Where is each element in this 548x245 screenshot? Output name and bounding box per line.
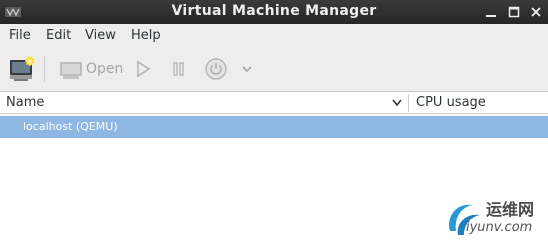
list-item[interactable]: localhost (QEMU)	[0, 116, 548, 138]
watermark-cn: 运维网	[486, 200, 535, 219]
menu-help[interactable]: Help	[131, 28, 161, 43]
pause-icon[interactable]	[170, 54, 188, 84]
column-name[interactable]: Name	[6, 95, 44, 110]
toolbar: Open	[0, 48, 548, 92]
watermark-url: iyunv.com	[466, 220, 533, 235]
menu-view[interactable]: View	[85, 28, 116, 43]
toolbar-separator	[44, 56, 45, 82]
shutdown-power-icon[interactable]	[203, 54, 229, 84]
menu-file[interactable]: File	[9, 28, 31, 43]
maximize-icon[interactable]	[505, 3, 523, 21]
column-header: Name CPU usage	[0, 92, 548, 114]
new-vm-icon[interactable]	[8, 54, 36, 84]
run-icon[interactable]	[134, 54, 152, 84]
close-icon[interactable]	[527, 3, 545, 21]
sort-chevron-down-icon[interactable]	[392, 99, 402, 107]
shutdown-dropdown-chevron-icon[interactable]	[240, 54, 254, 84]
window-title: Virtual Machine Manager	[171, 3, 377, 19]
minimize-icon[interactable]	[482, 3, 500, 21]
column-cpu-usage[interactable]: CPU usage	[416, 95, 486, 110]
open-vm-monitor-icon[interactable]	[58, 54, 84, 84]
connection-label: localhost (QEMU)	[23, 120, 118, 133]
menu-edit[interactable]: Edit	[46, 28, 71, 43]
open-button[interactable]: Open	[86, 61, 123, 77]
title-bar: Virtual Machine Manager	[0, 0, 548, 24]
column-divider	[408, 94, 409, 112]
menu-bar: File Edit View Help	[0, 24, 548, 48]
